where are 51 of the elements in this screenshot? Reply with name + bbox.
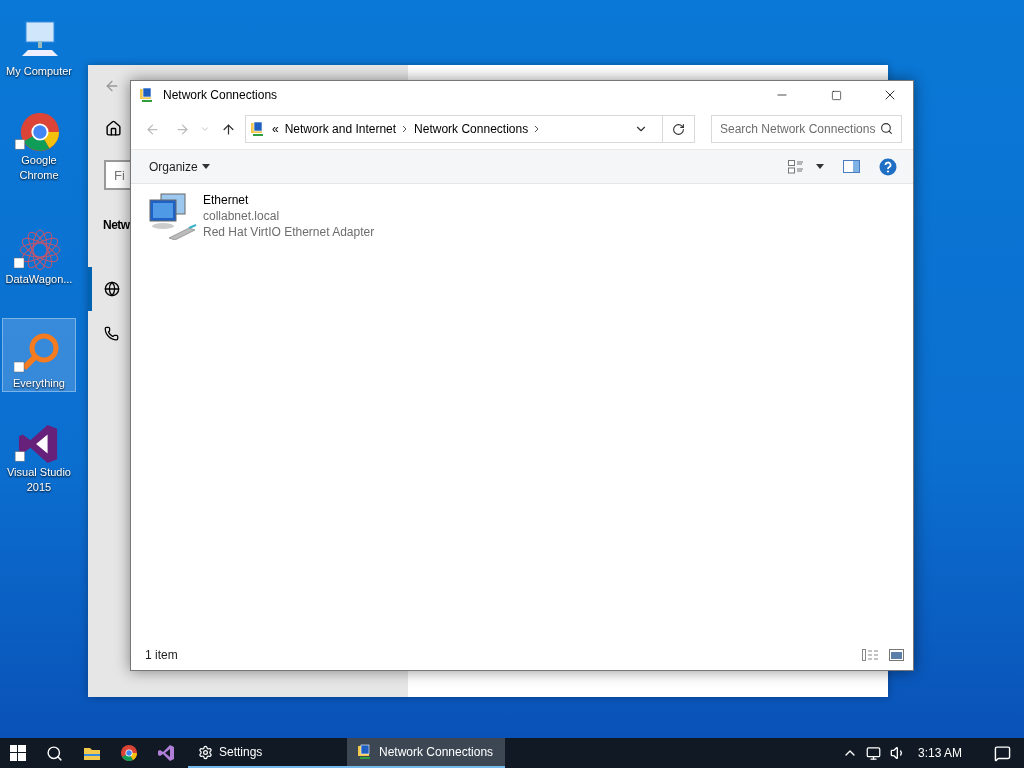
large-icons-view-icon	[888, 649, 904, 661]
desktop-shortcut[interactable]: My Computer	[2, 6, 76, 80]
address-bar[interactable]: « Network and Internet Network Connections	[245, 115, 695, 143]
connection-item[interactable]: Ethernet collabnet.local Red Hat VirtIO Ethernet Adapter	[147, 192, 897, 240]
section-heading: Netw	[103, 218, 130, 232]
connection-detail: collabnet.local	[203, 208, 281, 224]
preview-pane-icon	[842, 160, 860, 173]
desktop-shortcut[interactable]: Google Chrome	[2, 110, 76, 184]
speech-bubble-icon	[993, 744, 1011, 762]
connection-detail: Red Hat VirtIO Ethernet Adapter	[203, 224, 375, 240]
chevron-icon	[402, 125, 409, 133]
search-icon	[46, 744, 63, 762]
forward-arrow-icon	[174, 121, 190, 137]
refresh-icon	[672, 122, 685, 136]
clock[interactable]: 3:13 AM	[909, 746, 980, 760]
gear-icon	[198, 744, 213, 760]
details-view-icon	[861, 649, 879, 661]
starburst-icon	[14, 228, 64, 272]
caret-icon	[201, 164, 210, 169]
phone-icon	[104, 325, 119, 341]
breadcrumb[interactable]: Network Connections	[414, 122, 529, 136]
desktop-shortcut[interactable]: Everything	[2, 318, 76, 392]
desktop-shortcut[interactable]: DataWagon...	[2, 214, 76, 288]
folder-icon	[82, 745, 101, 761]
caret-icon	[816, 164, 824, 169]
windows-icon	[10, 745, 26, 761]
maximize-icon	[830, 89, 842, 101]
infinity-logo-icon	[156, 744, 175, 762]
search-field[interactable]: Fi	[104, 160, 130, 190]
chevron-icon	[534, 125, 541, 133]
overflow-chevron[interactable]: «	[272, 122, 279, 136]
help-icon	[879, 157, 897, 176]
globe-icon	[104, 281, 120, 297]
network-folder-icon	[250, 121, 266, 137]
taskbar-app[interactable]: Network Connections	[347, 738, 505, 768]
details-view-icon	[788, 159, 804, 174]
chevron-icon	[200, 124, 210, 134]
network-folder-icon	[139, 87, 155, 103]
networked-computers-icon	[147, 192, 197, 240]
network-folder-icon	[357, 744, 373, 760]
monitor-icon	[866, 745, 882, 761]
search-icon	[880, 122, 893, 135]
breadcrumb[interactable]: Network and Internet	[284, 122, 397, 136]
window-title: Network Connections	[163, 88, 279, 102]
search-field[interactable]: Search Network Connections	[711, 115, 902, 143]
desktop-shortcut[interactable]: Visual Studio 2015	[2, 422, 76, 496]
organize-menu[interactable]: Organize	[139, 155, 220, 178]
item-count: 1 item	[145, 648, 179, 662]
chrome-icon	[119, 744, 138, 762]
home-icon[interactable]	[105, 119, 122, 137]
connection-name: Ethernet	[203, 192, 250, 208]
